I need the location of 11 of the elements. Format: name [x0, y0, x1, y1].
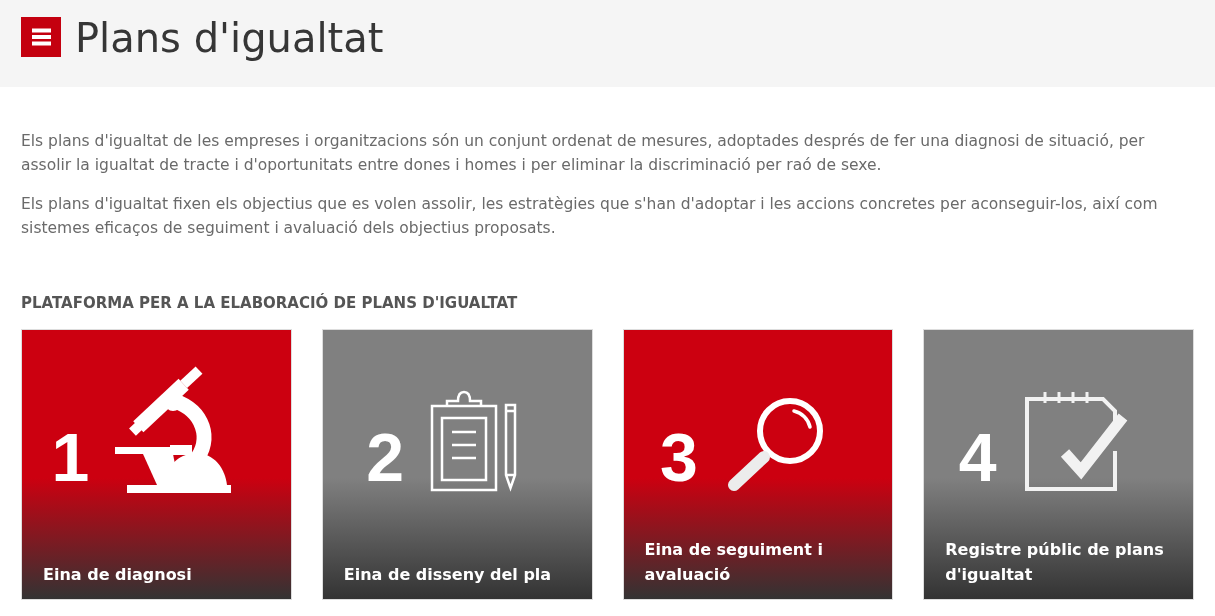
- section-heading: PLATAFORMA PER A LA ELABORACIÓ DE PLANS D'IGUALTAT: [21, 293, 519, 313]
- intro-paragraph: Els plans d'igualtat de les empreses i organitzacions són un conjunt ordenat de mesures, adoptades després de fer una diagnosi de situació, per assolir la igualtat de tracte i d'oportunitats entre dones i homes i per eliminar la discriminació per raó de sexe.: [21, 131, 1146, 176]
- tool-card[interactable]: 2 Eina de disseny del pla: [321, 329, 593, 600]
- tool-card[interactable]: 4 Registre públic de plans d'igualtat: [923, 329, 1194, 600]
- intro-paragraph: Els plans d'igualtat fixen els objectius que es volen assolir, les estratègies que s'han d'adoptar i les accions concretes per aconseguir-los, així com sistemes eficaços de seguiment i avaluació dels objectius proposats.: [21, 194, 1159, 239]
- tool-card[interactable]: 3 Eina de seguiment i avaluació: [622, 329, 894, 600]
- tool-card[interactable]: 1 Eina de diagnosi: [21, 329, 292, 600]
- clipboard-icon: [430, 389, 519, 493]
- menu-icon[interactable]: [21, 17, 61, 57]
- page-title: Plans d'igualtat: [75, 17, 384, 59]
- notepad-check-icon: [1022, 389, 1129, 493]
